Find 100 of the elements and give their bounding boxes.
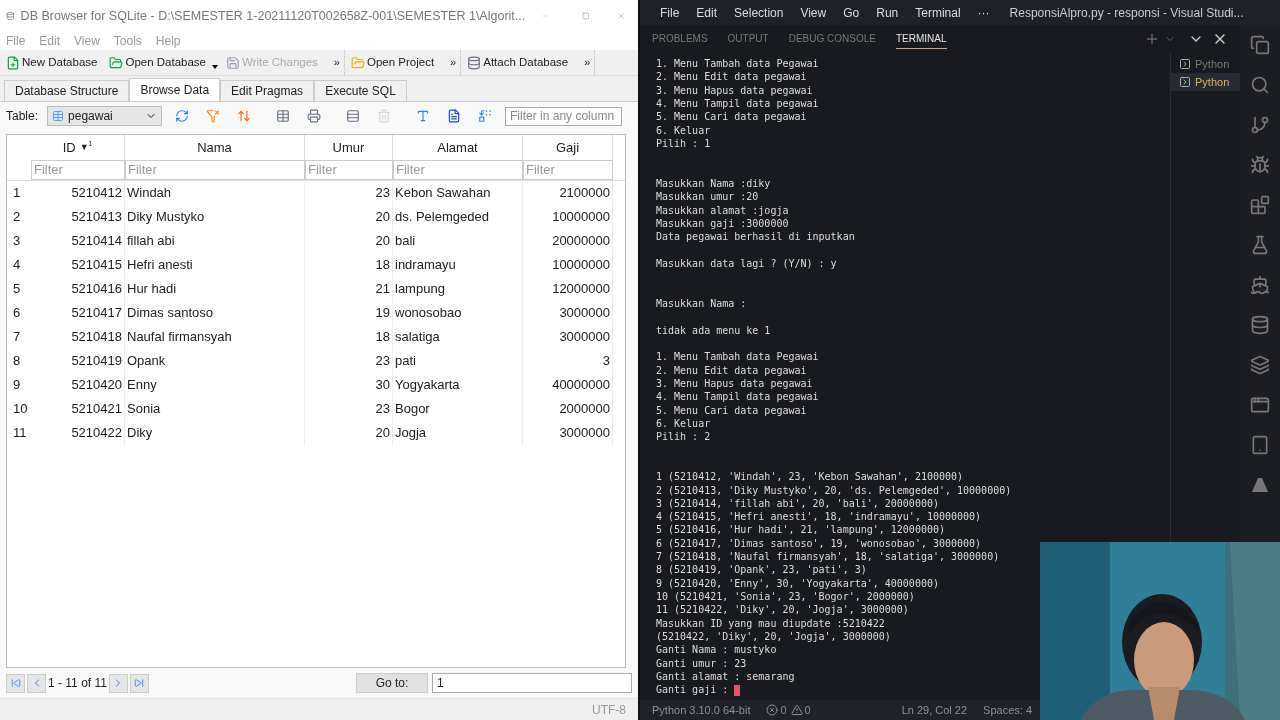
search-icon[interactable] bbox=[1250, 75, 1270, 95]
panel-tab[interactable]: TERMINAL bbox=[895, 29, 947, 49]
column-header[interactable]: ID ▼$^{1}$ bbox=[31, 135, 125, 160]
device-icon[interactable] bbox=[1250, 435, 1270, 455]
table-cell: Yogyakarta bbox=[393, 373, 523, 397]
table-select[interactable]: pegawai bbox=[47, 106, 163, 126]
first-page-button[interactable] bbox=[6, 673, 25, 693]
warning-count[interactable]: 0 bbox=[804, 701, 811, 719]
refresh-icon[interactable] bbox=[175, 109, 190, 123]
row-number: 3 bbox=[12, 232, 22, 251]
last-page-button[interactable] bbox=[129, 673, 149, 693]
table-cell: 21 bbox=[305, 277, 393, 301]
replace-icon[interactable] bbox=[478, 109, 493, 123]
terminal-line: Ganti umur : 23 bbox=[656, 656, 748, 671]
table-icon[interactable] bbox=[276, 109, 291, 123]
terminal-line: tidak ada menu ke 1 bbox=[656, 323, 772, 337]
panel-tab[interactable]: OUTPUT bbox=[727, 29, 769, 49]
table-cell: 2000000 bbox=[523, 397, 613, 421]
branch-icon[interactable] bbox=[1250, 115, 1270, 135]
font-icon[interactable] bbox=[416, 109, 431, 123]
terminal-line: Masukkan gaji :3000000 bbox=[656, 216, 790, 231]
overflow-button[interactable]: » bbox=[333, 54, 340, 71]
table-cell: 3000000 bbox=[523, 301, 613, 325]
table-cell: Kebon Sawahan bbox=[393, 181, 523, 205]
toolbar-button[interactable]: New Database bbox=[6, 53, 102, 72]
insert-row-icon[interactable] bbox=[346, 109, 361, 123]
terminal-line: 5. Menu Cari data pegawai bbox=[656, 403, 808, 417]
files-icon[interactable] bbox=[1250, 35, 1270, 55]
terminal-line: 5. Menu Cari data pegawai bbox=[656, 110, 808, 124]
toolbar-button[interactable]: Open Project bbox=[351, 53, 439, 72]
column-filter-field[interactable]: Filter bbox=[31, 160, 125, 180]
table-cell: salatiga bbox=[393, 325, 523, 349]
sort-icon[interactable] bbox=[237, 109, 252, 123]
terminal-line: (5210422, 'Diky', 20, 'Jogja', 3000000) bbox=[656, 630, 892, 644]
windows-icon[interactable] bbox=[1250, 395, 1270, 415]
save-icon bbox=[226, 55, 240, 70]
cursor-position[interactable]: Ln 29, Col 22 bbox=[901, 701, 968, 719]
terminal-line: 2. Menu Edit data pegawai bbox=[656, 70, 808, 84]
overflow-button[interactable]: » bbox=[450, 54, 457, 71]
table-cell: pati bbox=[393, 349, 523, 373]
interpreter-status[interactable]: Python 3.10.0 64-bit bbox=[652, 701, 751, 719]
extensions-icon[interactable] bbox=[1250, 195, 1270, 215]
table-cell: 2100000 bbox=[523, 181, 613, 205]
sort-indicator: ▼$^{1}$ bbox=[79, 140, 93, 154]
column-filter-field[interactable]: Filter bbox=[305, 160, 393, 180]
tab[interactable]: Browse Data bbox=[129, 78, 221, 101]
ship-icon[interactable] bbox=[1250, 275, 1270, 295]
tab[interactable]: Database Structure bbox=[4, 80, 130, 101]
menu-item[interactable]: Terminal bbox=[915, 3, 961, 22]
panel-tab[interactable]: PROBLEMS bbox=[652, 29, 708, 49]
document-icon[interactable] bbox=[447, 109, 462, 123]
clear-filter-icon[interactable] bbox=[206, 109, 221, 123]
column-header[interactable]: Umur bbox=[305, 135, 393, 160]
filter-field[interactable]: Filter in any column bbox=[505, 106, 623, 126]
terminal-list-item[interactable]: Python bbox=[1171, 55, 1240, 73]
terminal-line: 2 (5210413, 'Diky Mustyko', 20, 'ds. Pelemgeded', 10000000) bbox=[656, 483, 1013, 497]
error-icon bbox=[766, 704, 779, 716]
table-cell: 5210416 bbox=[31, 277, 125, 301]
menu-item[interactable]: ··· bbox=[977, 3, 990, 22]
new-terminal-icon[interactable] bbox=[1144, 31, 1160, 47]
column-filter-field[interactable]: Filter bbox=[393, 160, 523, 180]
table-cell: 40000000 bbox=[523, 373, 613, 397]
indent-status[interactable]: Spaces: 4 bbox=[983, 701, 1032, 719]
stack-icon[interactable] bbox=[1250, 355, 1270, 375]
folder-icon bbox=[109, 55, 124, 70]
menu-item[interactable]: Edit bbox=[696, 3, 718, 22]
caret-icon[interactable] bbox=[212, 65, 218, 69]
panel-tab[interactable]: DEBUG CONSOLE bbox=[788, 29, 876, 49]
column-header[interactable]: Nama bbox=[125, 135, 305, 160]
toolbar-button[interactable]: Open Database bbox=[109, 53, 210, 72]
menu-item[interactable]: Go bbox=[843, 3, 860, 22]
column-header[interactable]: Gaji bbox=[523, 135, 613, 160]
terminal-line: 3 (5210414, 'fillah abi', 20, 'bali', 20000000) bbox=[656, 496, 940, 511]
table-cell: wonosobao bbox=[393, 301, 523, 325]
tab[interactable]: Execute SQL bbox=[314, 80, 407, 101]
database-icon[interactable] bbox=[1250, 315, 1270, 335]
terminal-list-item[interactable]: Python bbox=[1171, 73, 1240, 91]
error-count[interactable]: 0 bbox=[780, 701, 787, 719]
terminal-line: Masukkan ID yang mau diupdate :5210422 bbox=[656, 616, 886, 631]
column-filter-field[interactable]: Filter bbox=[125, 160, 305, 180]
triangle-icon[interactable] bbox=[1250, 475, 1270, 495]
menu-item[interactable]: File bbox=[660, 3, 680, 22]
menu-item[interactable]: Run bbox=[876, 3, 899, 22]
terminal-line: 2. Menu Edit data pegawai bbox=[656, 363, 808, 377]
column-header[interactable]: Alamat bbox=[393, 135, 523, 160]
table-cell: 20 bbox=[305, 205, 393, 229]
terminal-line: 6. Keluar bbox=[656, 416, 712, 431]
goto-button[interactable]: Go to: bbox=[356, 673, 428, 693]
toolbar-button[interactable]: Attach Database bbox=[467, 53, 573, 72]
goto-field[interactable]: 1 bbox=[432, 673, 632, 693]
menu-item[interactable]: Selection bbox=[734, 3, 784, 22]
terminal-line: 8 (5210419, 'Opank', 23, 'pati', 3) bbox=[656, 563, 868, 577]
column-filter-field[interactable]: Filter bbox=[523, 160, 613, 180]
overflow-button[interactable]: » bbox=[584, 54, 591, 71]
menu-item[interactable]: View bbox=[800, 3, 827, 22]
run-debug-icon[interactable] bbox=[1250, 155, 1270, 175]
table-cell: 5210417 bbox=[31, 301, 125, 325]
tab[interactable]: Edit Pragmas bbox=[220, 80, 315, 101]
flask-icon[interactable] bbox=[1250, 235, 1270, 255]
print-icon[interactable] bbox=[307, 109, 322, 123]
